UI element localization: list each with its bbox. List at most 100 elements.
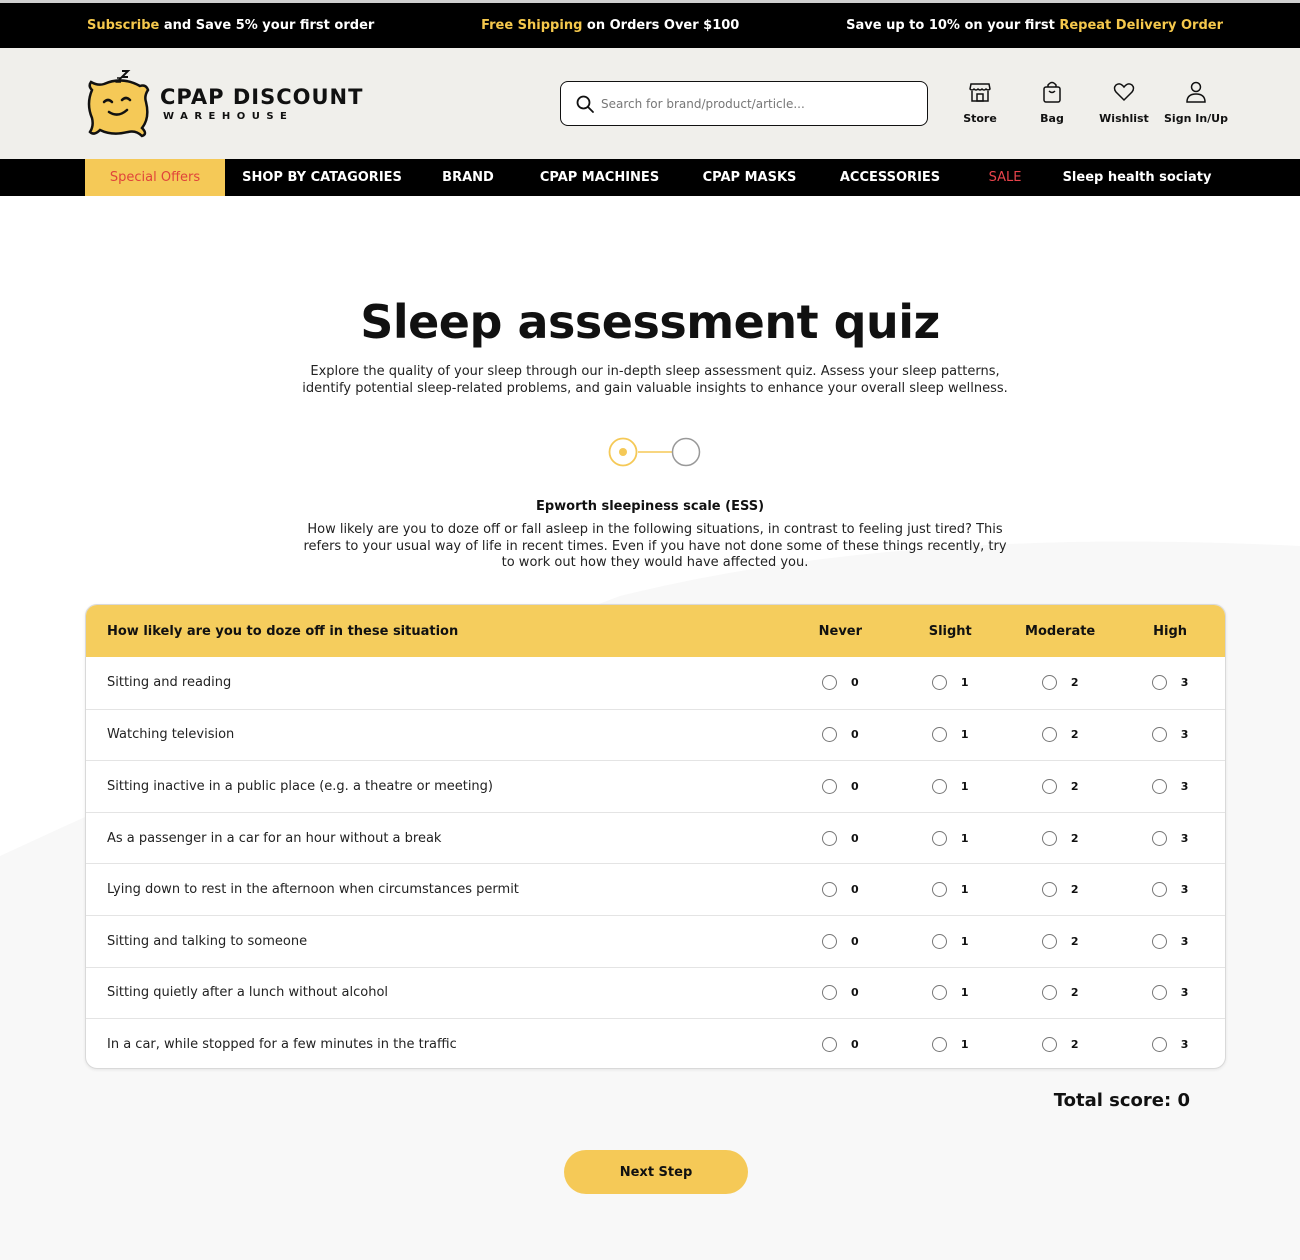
radio-button[interactable] xyxy=(1041,778,1057,794)
step-indicator xyxy=(608,437,701,467)
quiz-row: Lying down to rest in the afternoon when… xyxy=(86,863,1225,915)
store-button[interactable]: Store xyxy=(944,80,1016,125)
answer-option-slight[interactable]: 1 xyxy=(895,778,1005,794)
answer-option-high[interactable]: 3 xyxy=(1115,778,1225,794)
radio-button[interactable] xyxy=(1151,675,1167,691)
radio-button[interactable] xyxy=(1151,933,1167,949)
radio-button[interactable] xyxy=(1041,675,1057,691)
radio-button[interactable] xyxy=(822,727,838,743)
option-score: 2 xyxy=(1070,831,1079,845)
radio-button[interactable] xyxy=(931,675,947,691)
answer-option-high[interactable]: 3 xyxy=(1115,830,1225,846)
answer-option-moderate[interactable]: 2 xyxy=(1005,882,1115,898)
answer-option-slight[interactable]: 1 xyxy=(895,830,1005,846)
wishlist-button[interactable]: Wishlist xyxy=(1088,80,1160,125)
nav-cpap-machines[interactable]: CPAP MACHINES xyxy=(517,159,682,196)
radio-button[interactable] xyxy=(931,882,947,898)
answer-option-high[interactable]: 3 xyxy=(1115,1036,1225,1052)
search-input[interactable] xyxy=(601,96,901,111)
answer-option-slight[interactable]: 1 xyxy=(895,675,1005,691)
pillow-logo-icon xyxy=(87,70,150,138)
radio-button[interactable] xyxy=(1151,778,1167,794)
radio-button[interactable] xyxy=(822,675,838,691)
radio-button[interactable] xyxy=(931,985,947,1001)
sign-in-button[interactable]: Sign In/Up xyxy=(1160,80,1232,125)
radio-button[interactable] xyxy=(931,1036,947,1052)
radio-button[interactable] xyxy=(822,882,838,898)
radio-button[interactable] xyxy=(822,1036,838,1052)
nav-sale[interactable]: SALE xyxy=(963,159,1047,196)
main-nav: Special Offers SHOP BY CATAGORIES BRAND … xyxy=(0,159,1300,196)
answer-option-never[interactable]: 0 xyxy=(785,830,895,846)
answer-option-never[interactable]: 0 xyxy=(785,985,895,1001)
radio-button[interactable] xyxy=(822,830,838,846)
option-score: 1 xyxy=(960,676,969,690)
radio-button[interactable] xyxy=(1151,1036,1167,1052)
promo-repeat-delivery[interactable]: Save up to 10% on your first Repeat Deli… xyxy=(846,18,1223,33)
radio-button[interactable] xyxy=(931,778,947,794)
answer-option-slight[interactable]: 1 xyxy=(895,985,1005,1001)
answer-option-never[interactable]: 0 xyxy=(785,675,895,691)
answer-option-never[interactable]: 0 xyxy=(785,778,895,794)
answer-option-moderate[interactable]: 2 xyxy=(1005,830,1115,846)
answer-option-moderate[interactable]: 2 xyxy=(1005,675,1115,691)
promo-subscribe[interactable]: Subscribe and Save 5% your first order xyxy=(87,18,374,33)
promo-bar: Subscribe and Save 5% your first order F… xyxy=(0,0,1300,48)
radio-button[interactable] xyxy=(1041,830,1057,846)
nav-shop-by-categories[interactable]: SHOP BY CATAGORIES xyxy=(225,159,419,196)
answer-option-moderate[interactable]: 2 xyxy=(1005,985,1115,1001)
brand-logo[interactable]: CPAP DISCOUNT WAREHOUSE xyxy=(84,68,363,138)
radio-button[interactable] xyxy=(1151,727,1167,743)
nav-sleep-health-society[interactable]: Sleep health sociaty xyxy=(1047,159,1227,196)
header-actions: Store Bag Wishlist Sign In/Up xyxy=(944,80,1232,125)
page-title: Sleep assessment quiz xyxy=(360,295,940,349)
answer-option-slight[interactable]: 1 xyxy=(895,882,1005,898)
option-score: 3 xyxy=(1180,1037,1189,1051)
nav-accessories[interactable]: ACCESSORIES xyxy=(817,159,963,196)
answer-option-slight[interactable]: 1 xyxy=(895,933,1005,949)
option-score: 0 xyxy=(851,676,859,690)
answer-option-high[interactable]: 3 xyxy=(1115,882,1225,898)
answer-option-high[interactable]: 3 xyxy=(1115,675,1225,691)
radio-button[interactable] xyxy=(822,933,838,949)
radio-button[interactable] xyxy=(1041,1036,1057,1052)
radio-button[interactable] xyxy=(1041,727,1057,743)
next-step-button[interactable]: Next Step xyxy=(564,1150,748,1194)
radio-button[interactable] xyxy=(1151,830,1167,846)
radio-button[interactable] xyxy=(822,985,838,1001)
answer-option-high[interactable]: 3 xyxy=(1115,933,1225,949)
heart-icon xyxy=(1113,83,1135,102)
answer-option-moderate[interactable]: 2 xyxy=(1005,933,1115,949)
quiz-row: Sitting and talking to someone 0 1 2 3 xyxy=(86,914,1225,967)
answer-option-slight[interactable]: 1 xyxy=(895,727,1005,743)
radio-button[interactable] xyxy=(1151,985,1167,1001)
bag-button[interactable]: Bag xyxy=(1016,80,1088,125)
nav-cpap-masks[interactable]: CPAP MASKS xyxy=(682,159,817,196)
answer-option-never[interactable]: 0 xyxy=(785,882,895,898)
quiz-table: How likely are you to doze off in these … xyxy=(85,604,1226,1069)
answer-option-slight[interactable]: 1 xyxy=(895,1036,1005,1052)
radio-button[interactable] xyxy=(931,727,947,743)
answer-option-high[interactable]: 3 xyxy=(1115,727,1225,743)
answer-option-high[interactable]: 3 xyxy=(1115,985,1225,1001)
radio-button[interactable] xyxy=(1151,882,1167,898)
answer-option-never[interactable]: 0 xyxy=(785,1036,895,1052)
answer-option-moderate[interactable]: 2 xyxy=(1005,727,1115,743)
answer-option-moderate[interactable]: 2 xyxy=(1005,1036,1115,1052)
radio-button[interactable] xyxy=(822,778,838,794)
radio-button[interactable] xyxy=(931,933,947,949)
radio-button[interactable] xyxy=(1041,985,1057,1001)
radio-button[interactable] xyxy=(1041,933,1057,949)
nav-brand[interactable]: BRAND xyxy=(419,159,517,196)
radio-button[interactable] xyxy=(931,830,947,846)
option-score: 1 xyxy=(960,831,969,845)
search-box[interactable] xyxy=(560,81,928,126)
promo-free-shipping: Free Shipping on Orders Over $100 xyxy=(481,18,740,33)
answer-option-never[interactable]: 0 xyxy=(785,727,895,743)
radio-button[interactable] xyxy=(1041,882,1057,898)
answer-option-moderate[interactable]: 2 xyxy=(1005,778,1115,794)
nav-special-offers[interactable]: Special Offers xyxy=(85,159,225,196)
quiz-row: In a car, while stopped for a few minute… xyxy=(86,1018,1225,1068)
answer-option-never[interactable]: 0 xyxy=(785,933,895,949)
question-text: Sitting and reading xyxy=(107,675,232,691)
